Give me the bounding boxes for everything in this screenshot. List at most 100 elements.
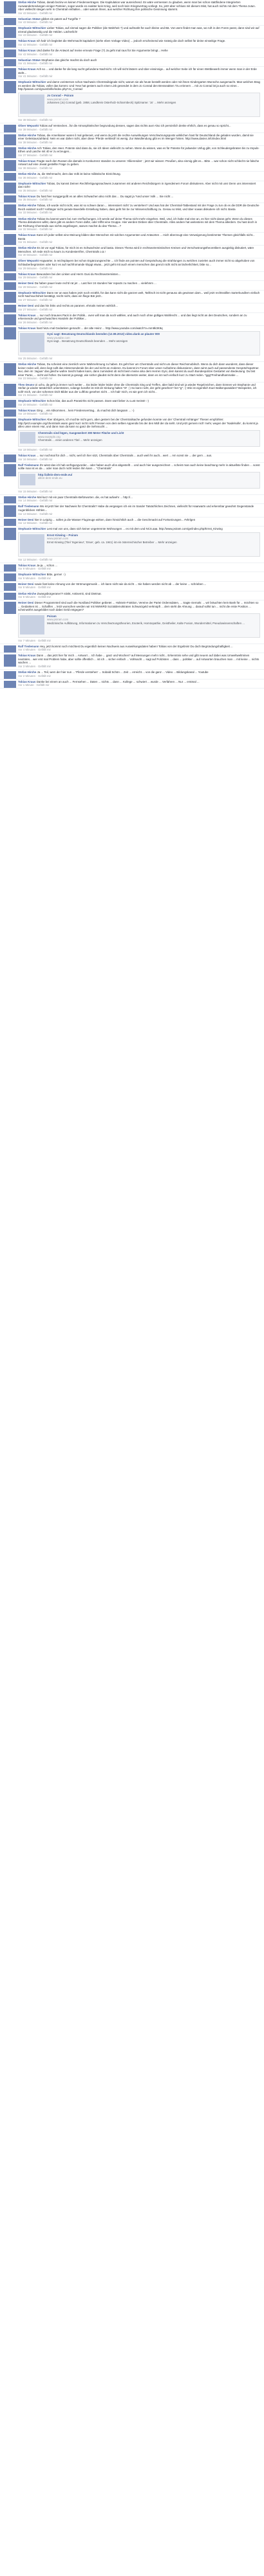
avatar[interactable] — [4, 50, 16, 57]
comment-meta[interactable]: Vor 43 Minuten · Gefällt mir — [18, 12, 260, 15]
avatar[interactable] — [4, 282, 16, 290]
avatar[interactable] — [4, 505, 16, 517]
comment-author-link[interactable]: Tobias Kraus — [18, 49, 36, 52]
comment-meta[interactable]: Vor 13 Minuten · Gefällt mir — [18, 512, 260, 516]
comment-author-link[interactable]: Stefan Hirche — [18, 172, 36, 176]
comment-meta[interactable]: Vor 27 Minuten · Gefällt mir — [18, 298, 260, 302]
comment-meta[interactable]: Vor 38 Minuten · Gefällt mir — [18, 128, 260, 132]
comment-meta[interactable]: Vor 2 Minuten · Gefällt mir — [18, 674, 260, 678]
link-preview-card[interactable]: Psiram www.psiram.com Medizinische Aufklär… — [18, 613, 260, 638]
comment-author-link[interactable]: Oliver Wepunkt — [18, 259, 39, 262]
comment-author-link[interactable]: Stefan Hirche — [18, 217, 36, 221]
comment-meta[interactable]: Vor 15 Minuten · Gefällt mir — [18, 490, 260, 494]
avatar[interactable] — [4, 159, 16, 172]
comment-meta[interactable]: Vor 8 Minuten · Gefällt mir — [18, 586, 260, 590]
comment-author-link[interactable]: Stephanie Wittschier — [18, 26, 46, 30]
comment-author-link[interactable]: Stefan Hirche — [18, 496, 36, 499]
avatar[interactable] — [4, 419, 16, 431]
comment-meta[interactable]: Vor 18 Minuten · Gefällt mir — [18, 448, 260, 452]
avatar[interactable] — [4, 564, 16, 572]
comment-meta[interactable]: Vor 41 Minuten · Gefällt mir — [18, 62, 260, 66]
comment-author-link[interactable]: Tobias Kraus — [18, 39, 36, 42]
avatar[interactable] — [4, 327, 16, 339]
comment-author-link[interactable]: Tobias Kraus — [18, 409, 36, 412]
comment-meta[interactable]: Vor 43 Minuten · Gefällt mir — [18, 21, 260, 24]
avatar[interactable] — [4, 409, 16, 417]
comment-meta[interactable]: Vor 35 Minuten · Gefällt mir — [18, 198, 260, 202]
link-preview-card[interactable]: Ernst Kirwing – Psiram www.psiram.com Erns… — [18, 532, 260, 557]
comment-meta[interactable]: Vor 43 Minuten · Gefällt mir — [18, 33, 260, 37]
comment-meta[interactable]: Vor 8 Minuten · Gefällt mir — [18, 595, 260, 599]
avatar[interactable] — [4, 217, 16, 230]
avatar[interactable] — [4, 400, 16, 408]
avatar[interactable] — [4, 592, 16, 600]
comment-author-link[interactable]: Heiner Deni — [18, 601, 33, 604]
comment-meta[interactable]: Vor 42 Minuten · Gefällt mir — [18, 43, 260, 47]
comment-author-link[interactable]: Tobias Kraus — [18, 564, 36, 567]
comment-meta[interactable]: Vor 7 Minuten · Gefällt mir — [18, 639, 260, 643]
avatar[interactable] — [4, 195, 16, 203]
avatar[interactable] — [4, 134, 16, 145]
comment-author-link[interactable]: Sebastian Stüwe — [18, 17, 41, 21]
comment-author-link[interactable]: Tobias Kraus — [18, 454, 36, 457]
avatar[interactable] — [4, 40, 16, 48]
avatar[interactable] — [4, 680, 16, 689]
avatar[interactable] — [4, 27, 16, 39]
comment-author-link[interactable]: Tobias Kraus — [18, 327, 36, 330]
comment-author-link[interactable]: Stephanie Wittschier — [18, 418, 46, 421]
avatar[interactable] — [4, 234, 16, 246]
avatar[interactable] — [4, 125, 16, 132]
comment-author-link[interactable]: Heiner Deni — [18, 304, 33, 307]
comment-author-link[interactable]: Heiner Deni — [18, 518, 33, 521]
comment-author-link[interactable]: Stefan Hirche — [18, 204, 36, 207]
avatar[interactable] — [4, 528, 16, 541]
comment-meta[interactable]: Vor 14 Minuten · Gefällt mir — [18, 499, 260, 503]
comment-meta[interactable]: Vor 38 Minuten · Gefällt mir — [18, 141, 260, 145]
comment-author-link[interactable]: Ralf Tiedemann — [18, 464, 39, 467]
comment-meta[interactable]: Vor 27 Minuten · Gefällt mir — [18, 308, 260, 312]
comment-author-link[interactable]: Heiner Deni — [18, 282, 33, 285]
comment-meta[interactable]: Vor 3 Minuten · Gefällt mir — [18, 665, 260, 669]
avatar[interactable] — [4, 654, 16, 667]
comment-meta[interactable]: Vor 21 Minuten · Gefällt mir — [18, 393, 260, 397]
comment-author-link[interactable]: Stefan Hirche — [18, 592, 36, 595]
avatar[interactable] — [4, 496, 16, 504]
comment-meta[interactable]: Vor 38 Minuten · Gefällt mir — [18, 118, 260, 122]
comment-author-link[interactable]: Theo Deans — [18, 383, 34, 386]
comment-author-link[interactable]: Tobias Kraus — [18, 314, 36, 317]
avatar[interactable] — [4, 573, 16, 581]
avatar[interactable] — [4, 602, 16, 615]
comment-author-link[interactable]: Tobias Kraus — [18, 680, 36, 683]
avatar[interactable] — [4, 383, 16, 396]
avatar[interactable] — [4, 247, 16, 258]
comment-meta[interactable]: Vor 23 Minuten · Gefällt mir — [18, 377, 260, 381]
comment-meta[interactable]: Vor 32 Minuten · Gefällt mir — [18, 228, 260, 231]
comment-meta[interactable]: Vor 33 Minuten · Gefällt mir — [18, 211, 260, 215]
comment-author-link[interactable]: Stefan Hirche — [18, 246, 36, 249]
link-preview-card[interactable]: Jo Conrad – Psiram www.psiram.com Johannes… — [18, 92, 260, 117]
avatar[interactable] — [4, 304, 16, 312]
comment-meta[interactable]: Vor 36 Minuten · Gefällt mir — [18, 176, 260, 180]
comment-meta[interactable]: Vor 12 Minuten · Gefällt mir — [18, 558, 260, 562]
avatar[interactable] — [4, 182, 16, 194]
comment-author-link[interactable]: Oliver Wepunkt — [18, 124, 39, 127]
comment-author-link[interactable]: Ralf Tiedemann — [18, 645, 39, 648]
comment-author-link[interactable]: Stephanie Wittschier — [18, 527, 46, 530]
comment-meta[interactable]: Vor 36 Minuten · Gefällt mir — [18, 167, 260, 170]
comment-author-link[interactable]: Tobias Kraus — [18, 233, 36, 237]
comment-author-link[interactable]: Tobias Kraus — [18, 654, 36, 657]
avatar[interactable] — [4, 273, 16, 281]
comment-meta[interactable]: Vor 30 Minuten · Gefällt mir — [18, 253, 260, 257]
avatar[interactable] — [4, 582, 16, 591]
comment-author-link[interactable]: Ralf Tiedemann — [18, 505, 39, 508]
avatar[interactable] — [4, 204, 16, 216]
comment-meta[interactable]: Vor 31 Minuten · Gefällt mir — [18, 240, 260, 244]
avatar[interactable] — [4, 455, 16, 462]
avatar[interactable] — [4, 518, 16, 527]
comment-author-link[interactable]: Stephanie Wittschier — [18, 182, 46, 185]
comment-author-link[interactable]: Stephanie Wittschier — [18, 80, 46, 84]
avatar[interactable] — [4, 291, 16, 303]
comment-meta[interactable]: Vor 9 Minuten · Gefällt mir — [18, 567, 260, 571]
comment-meta[interactable]: Vor 12 Minuten · Gefällt mir — [18, 521, 260, 525]
comment-author-link[interactable]: Tobias Kraus — [18, 159, 36, 163]
